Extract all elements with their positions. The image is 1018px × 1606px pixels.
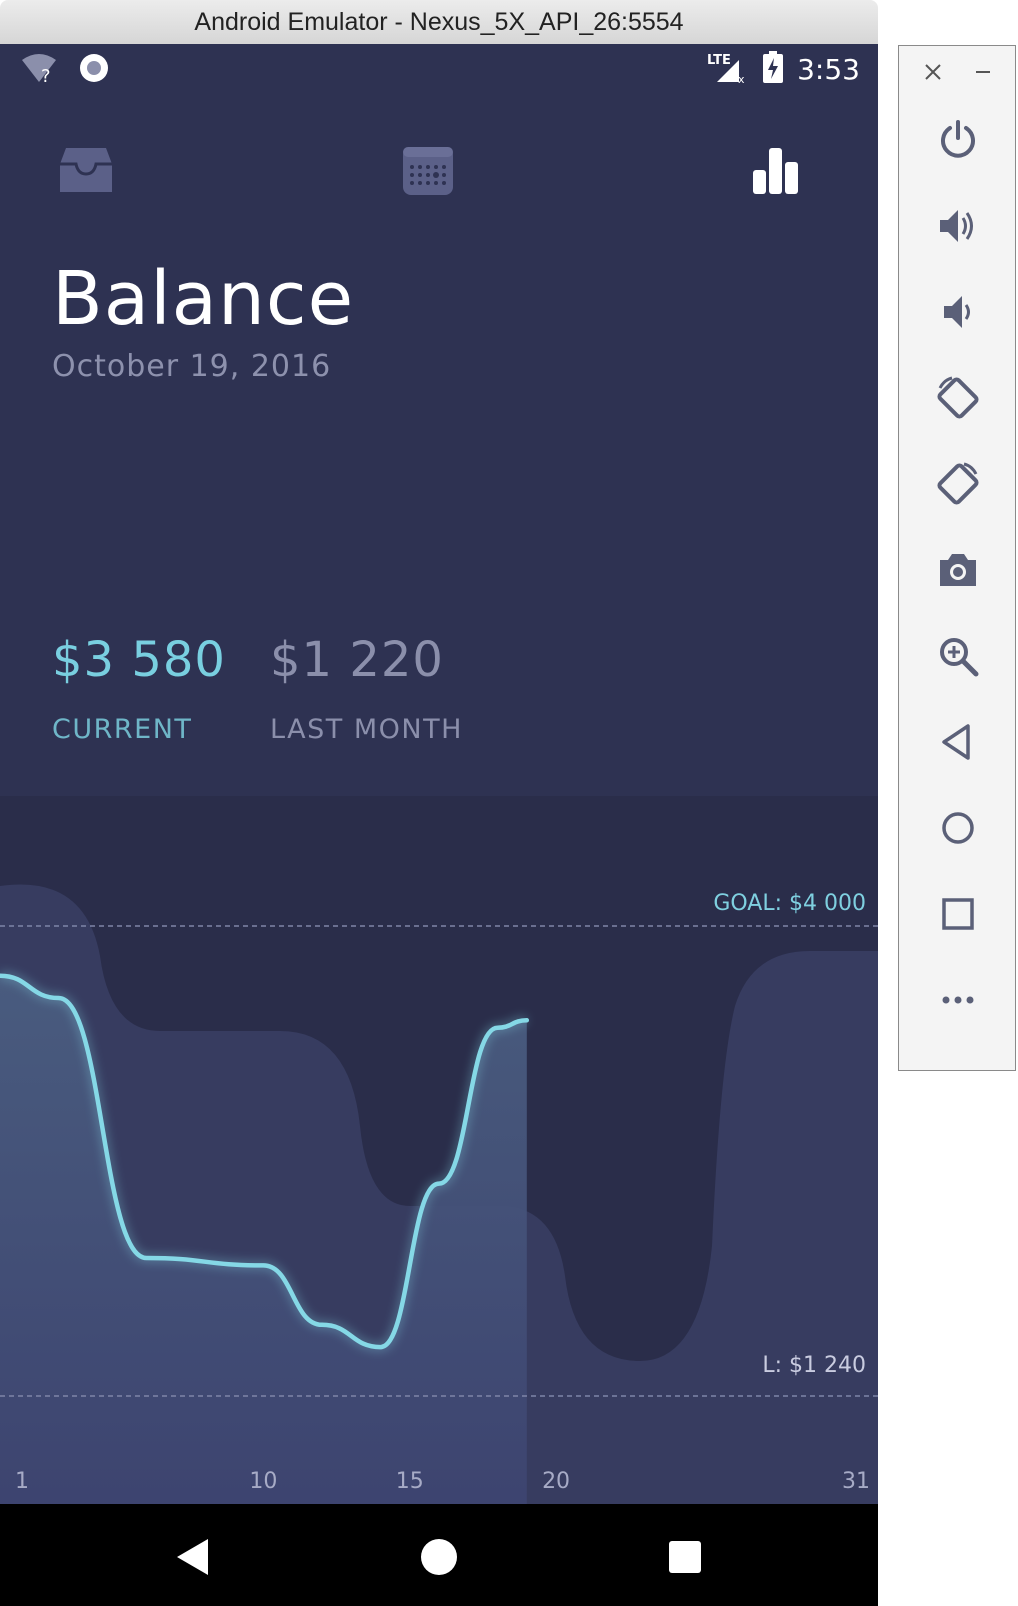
system-nav-bar [0,1504,878,1606]
lte-signal-icon: LTE x [707,50,749,88]
last-month-value: $1 220 [270,632,444,688]
svg-text:?: ? [41,66,51,84]
top-nav [0,140,878,220]
phone-screen: ? LTE x 3:53 Balance October 19, 2016 $3… [0,44,878,1606]
close-icon[interactable] [921,60,945,88]
page-title: Balance [52,256,355,342]
last-month-label: LAST MONTH [270,714,463,745]
clock: 3:53 [797,52,860,86]
wifi-unknown-icon: ? [20,52,58,88]
page-date: October 19, 2016 [52,349,332,384]
toolbar-header [899,60,1015,94]
status-bar: ? LTE x 3:53 [0,44,878,96]
camera-icon[interactable] [928,540,988,600]
x-tick-label: 20 [542,1469,570,1494]
window-title: Android Emulator - Nexus_5X_API_26:5554 [0,0,878,45]
calendar-icon[interactable] [398,140,458,200]
current-balance-label: CURRENT [52,714,193,745]
power-icon[interactable] [928,110,988,170]
x-tick-label: 31 [842,1469,870,1494]
volume-down-icon[interactable] [928,282,988,342]
goal-label: GOAL: $4 000 [713,891,866,916]
volume-up-icon[interactable] [928,196,988,256]
x-tick-label: 1 [15,1469,29,1494]
emulator-toolbar [898,45,1016,1071]
low-label: L: $1 240 [762,1353,866,1378]
overview-square-icon[interactable] [928,884,988,944]
rotate-left-icon[interactable] [928,368,988,428]
recents-icon[interactable] [660,1532,710,1582]
x-tick-label: 15 [396,1469,424,1494]
svg-text:x: x [738,73,745,84]
bar-chart-icon[interactable] [746,140,806,200]
inbox-icon[interactable] [56,140,116,200]
more-icon[interactable] [928,970,988,1030]
home-circle-icon[interactable] [928,798,988,858]
sync-circle-icon [78,52,110,88]
battery-charging-icon [763,51,784,87]
x-tick-label: 10 [249,1469,277,1494]
back-triangle-icon[interactable] [928,712,988,772]
chart-svg: GOAL: $4 000 L: $1 240 1 10 15 20 31 [0,796,878,1510]
rotate-right-icon[interactable] [928,454,988,514]
minimize-icon[interactable] [971,60,995,88]
emulator-window: Android Emulator - Nexus_5X_API_26:5554 … [0,0,878,1606]
balance-chart[interactable]: GOAL: $4 000 L: $1 240 1 10 15 20 31 [0,796,878,1510]
current-balance-value: $3 580 [52,632,226,688]
zoom-icon[interactable] [928,626,988,686]
svg-text:LTE: LTE [707,53,731,68]
back-icon[interactable] [168,1532,218,1582]
home-icon[interactable] [414,1532,464,1582]
